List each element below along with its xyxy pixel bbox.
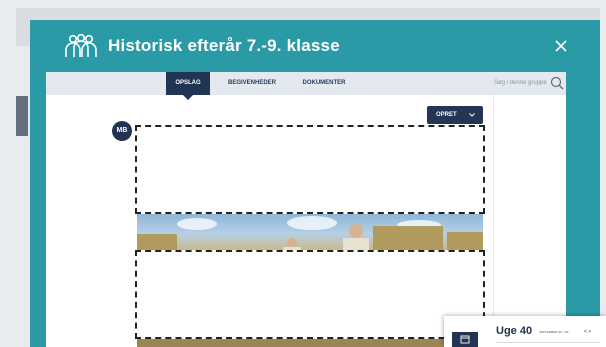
- chevron-down-icon: [469, 113, 475, 117]
- tab-dokumenter[interactable]: DOKUMENTER: [298, 72, 350, 95]
- modal-header: Historisk efterår 7.-9. klasse: [30, 20, 600, 72]
- create-button[interactable]: OPRET: [427, 106, 483, 124]
- tab-opslag[interactable]: OPSLAG: [166, 72, 210, 100]
- modal-title: Historisk efterår 7.-9. klasse: [108, 36, 340, 55]
- calendar-widget[interactable]: Uge 40 SEPTEMBER 30 - OK < >: [444, 316, 606, 347]
- users-group-icon: [65, 33, 97, 57]
- divider: [496, 342, 600, 343]
- week-date-range: SEPTEMBER 30 - OK: [539, 330, 569, 334]
- week-title: Uge 40: [496, 325, 533, 337]
- calendar-icon-box: [452, 332, 478, 347]
- search-icon[interactable]: [550, 76, 564, 90]
- post-placeholder: [135, 125, 485, 214]
- calendar-icon: [460, 335, 470, 344]
- avatar[interactable]: MB: [112, 121, 132, 141]
- group-content: OPSLAG BEGIVENHEDER DOKUMENTER Søg i den…: [46, 72, 566, 347]
- backdrop-edge: [16, 96, 28, 136]
- post-image-edge: [137, 339, 483, 347]
- search-input[interactable]: Søg i denne gruppe: [494, 72, 547, 95]
- post-placeholder: [135, 250, 485, 339]
- create-button-label: OPRET: [436, 112, 457, 118]
- group-modal: Historisk efterår 7.-9. klasse OPSLAG BE…: [30, 20, 600, 347]
- tab-begivenheder[interactable]: BEGIVENHEDER: [222, 72, 282, 95]
- week-nav-arrows[interactable]: < >: [584, 329, 591, 335]
- close-icon[interactable]: [553, 38, 569, 54]
- sidebar-divider: [493, 95, 494, 347]
- tab-bar: OPSLAG BEGIVENHEDER DOKUMENTER Søg i den…: [46, 72, 566, 100]
- post-image: [137, 214, 483, 250]
